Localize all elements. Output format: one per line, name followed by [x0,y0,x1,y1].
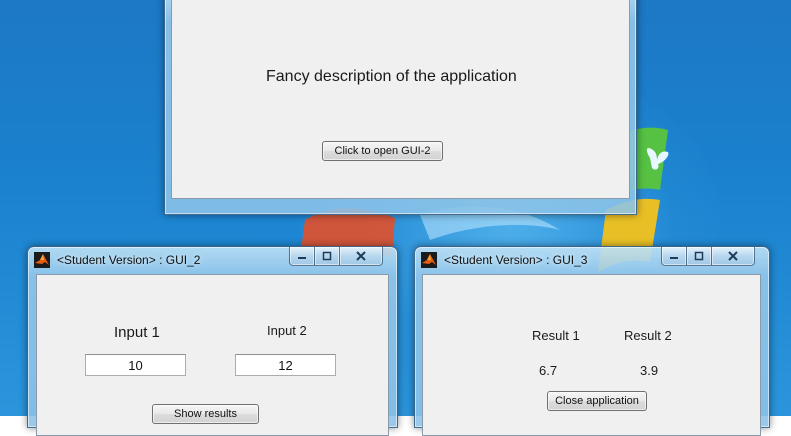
result2-label: Result 2 [624,328,672,343]
gui2-close-button[interactable] [340,247,383,266]
gui2-window-controls [289,247,383,266]
show-results-button[interactable]: Show results [152,404,259,424]
gui3-minimize-button[interactable] [661,247,687,266]
maximize-icon [694,251,704,261]
gui2-titlebar[interactable]: <Student Version> : GUI_2 [28,247,397,273]
minimize-icon [298,257,306,259]
gui2-window: <Student Version> : GUI_2 Input 1 Input … [27,246,398,436]
gui3-maximize-button[interactable] [687,247,712,266]
input2-field[interactable] [235,354,336,376]
gui3-titlebar[interactable]: <Student Version> : GUI_3 [415,247,769,273]
main-window-client: Fancy description of the application Cli… [171,0,630,199]
input1-field[interactable] [85,354,186,376]
gui3-close-button[interactable] [712,247,755,266]
app-description: Fancy description of the application [266,68,517,85]
close-icon [356,251,366,261]
input2-label: Input 2 [267,323,307,338]
maximize-icon [322,251,332,261]
main-window: Fancy description of the application Cli… [164,0,637,215]
gui3-title: <Student Version> : GUI_3 [444,253,588,267]
gui2-client: Input 1 Input 2 Show results [36,274,389,436]
close-icon [728,251,738,261]
gui2-title: <Student Version> : GUI_2 [57,253,201,267]
close-application-button[interactable]: Close application [547,391,647,411]
result1-label: Result 1 [532,328,580,343]
minimize-icon [670,257,678,259]
gui3-window-controls [661,247,755,266]
gui3-window: <Student Version> : GUI_3 Result 1 Resul… [414,246,770,436]
matlab-icon [34,252,50,268]
matlab-icon [421,252,437,268]
input1-label: Input 1 [114,324,160,341]
result2-value: 3.9 [640,363,659,378]
result1-value: 6.7 [539,363,558,378]
open-gui2-button[interactable]: Click to open GUI-2 [322,141,443,161]
gui2-minimize-button[interactable] [289,247,315,266]
gui2-maximize-button[interactable] [315,247,340,266]
gui3-client: Result 1 Result 2 6.7 3.9 Close applicat… [422,274,761,436]
